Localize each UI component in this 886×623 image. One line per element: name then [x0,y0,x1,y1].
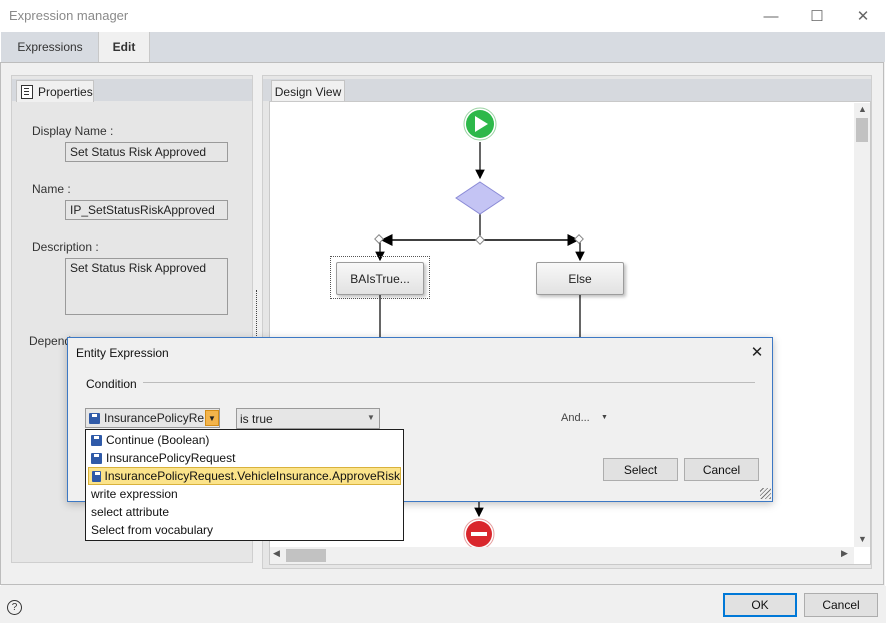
splitter-handle[interactable] [256,290,260,336]
resize-grip-icon[interactable] [760,488,771,499]
dropdown-item-select-from-vocabulary[interactable]: Select from vocabulary [88,521,401,539]
floppy-icon [91,434,102,446]
entity-combo[interactable]: InsurancePolicyRe [85,408,220,428]
dropdown-item-write-expression[interactable]: write expression [88,485,401,503]
stop-icon [471,532,487,536]
dropdown-item-label: InsurancePolicyRequest.VehicleInsurance.… [104,469,401,483]
dropdown-item-label: Continue (Boolean) [106,433,210,447]
and-chevron-icon[interactable]: ▼ [601,414,608,421]
scroll-right-icon[interactable]: ▶ [841,548,848,559]
minimize-button[interactable]: — [748,0,794,32]
condition-label: Condition [86,377,137,391]
entity-dropdown-list: Continue (Boolean) InsurancePolicyReques… [85,429,404,541]
properties-icon [21,84,33,99]
maximize-button[interactable]: ☐ [794,0,840,32]
dialog-cancel-button[interactable]: Cancel [684,458,759,481]
select-button[interactable]: Select [603,458,678,481]
floppy-icon [91,452,102,464]
scroll-down-icon[interactable]: ▼ [858,534,867,544]
condition-divider [143,382,755,383]
decision-node[interactable] [455,181,505,215]
floppy-icon [89,412,100,424]
dialog-close-button[interactable]: ✕ [748,343,766,361]
name-label: Name : [32,182,71,196]
minimize-icon: — [763,7,779,25]
node-else[interactable]: Else [536,262,624,295]
dropdown-item-select-attribute[interactable]: select attribute [88,503,401,521]
chevron-down-icon: ▼ [367,413,375,422]
floppy-icon [92,470,101,482]
vertical-scrollbar[interactable] [854,103,870,547]
tab-design-view[interactable]: Design View [271,80,345,102]
name-field[interactable]: IP_SetStatusRiskApproved [65,200,228,220]
tab-expressions[interactable]: Expressions [4,32,96,62]
cancel-button[interactable]: Cancel [804,593,878,617]
tab-properties[interactable]: Properties [16,80,94,102]
display-name-label: Display Name : [32,124,114,138]
display-name-field[interactable]: Set Status Risk Approved [65,142,228,162]
vertical-scroll-thumb[interactable] [856,118,868,142]
design-view-tab-strip [263,79,871,101]
chevron-down-icon[interactable]: ▼ [205,410,219,426]
dropdown-item-approve-risk[interactable]: InsurancePolicyRequest.VehicleInsurance.… [88,467,401,485]
operator-combo[interactable]: is true [236,408,380,429]
operator-combo-value: is true [240,411,273,426]
horizontal-scroll-thumb[interactable] [286,549,326,562]
close-icon: ✕ [750,344,764,361]
horizontal-scrollbar[interactable] [270,547,854,564]
dropdown-item-continue[interactable]: Continue (Boolean) [88,431,401,449]
and-button[interactable]: And... [561,412,590,424]
properties-tab-label: Properties [38,84,93,99]
description-field[interactable]: Set Status Risk Approved [65,258,228,315]
ok-button[interactable]: OK [723,593,797,617]
scroll-left-icon[interactable]: ◀ [273,548,280,559]
entity-combo-value: InsurancePolicyRe [104,411,205,425]
dropdown-item-insurance-policy-request[interactable]: InsurancePolicyRequest [88,449,401,467]
node-true[interactable]: BAIsTrue... [336,262,424,295]
tab-edit[interactable]: Edit [98,32,150,62]
description-label: Description : [32,240,99,254]
close-window-button[interactable]: ✕ [840,0,886,32]
dialog-title: Entity Expression [76,346,169,360]
dropdown-item-label: InsurancePolicyRequest [106,451,236,465]
help-icon[interactable]: ? [7,600,22,615]
dependencies-label: Depend [29,334,72,348]
maximize-icon: ☐ [810,8,824,25]
scroll-up-icon[interactable]: ▲ [858,104,867,114]
close-icon: ✕ [856,8,870,25]
window-title: Expression manager [9,8,129,23]
